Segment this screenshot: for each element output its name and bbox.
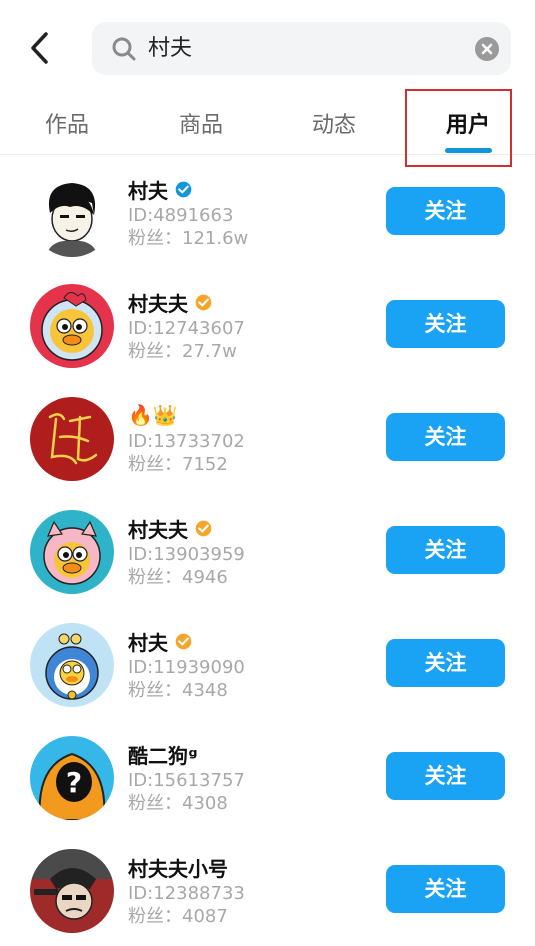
user-name: 村夫夫 [128, 517, 188, 542]
fans-count: 粉丝：4946 [128, 567, 228, 588]
tab-products[interactable]: 商品 [156, 107, 246, 147]
avatar[interactable] [30, 510, 114, 594]
user-name-line: 🔥👑 [128, 401, 178, 429]
avatar[interactable] [30, 284, 114, 368]
avatar[interactable] [30, 173, 114, 257]
follow-button[interactable]: 关注 [386, 639, 505, 687]
fans-count: 粉丝：4087 [128, 906, 228, 927]
user-name-line: 村夫 [128, 175, 193, 203]
user-name-line: 酷二狗ᵍ [128, 740, 198, 768]
user-name: 酷二狗ᵍ [128, 743, 198, 768]
fans-count: 粉丝：121.6w [128, 228, 249, 249]
user-name: 🔥👑 [128, 403, 178, 427]
user-name-line: 村夫夫 [128, 288, 213, 316]
result-tabs: 作品 商品 动态 用户 [0, 95, 535, 155]
user-id: ID:11939090 [128, 657, 245, 678]
fans-count: 粉丝：27.7w [128, 341, 237, 362]
list-item[interactable]: 村夫夫 ID:13903959 粉丝：4946 关注 [0, 494, 535, 607]
top-bar [0, 0, 535, 95]
back-arrow-icon[interactable] [22, 28, 62, 68]
list-item[interactable]: 🔥👑 ID:13733702 粉丝：7152 关注 [0, 381, 535, 494]
svg-text:?: ? [66, 766, 82, 799]
user-name-line: 村夫夫小号 [128, 853, 228, 881]
fans-count: 粉丝：7152 [128, 454, 228, 475]
user-name: 村夫夫 [128, 291, 188, 316]
avatar[interactable]: ? [30, 736, 114, 820]
user-name: 村夫 [128, 178, 168, 203]
user-id: ID:13903959 [128, 544, 245, 565]
avatar[interactable] [30, 397, 114, 481]
avatar[interactable] [30, 623, 114, 707]
fans-count: 粉丝：4348 [128, 680, 228, 701]
user-name: 村夫 [128, 630, 168, 655]
list-item[interactable]: 村夫夫 ID:12743607 粉丝：27.7w 关注 [0, 268, 535, 381]
gold-verified-icon [194, 292, 213, 312]
follow-button[interactable]: 关注 [386, 526, 505, 574]
follow-button[interactable]: 关注 [386, 865, 505, 913]
gold-verified-icon [194, 518, 213, 538]
user-name-line: 村夫 [128, 627, 193, 655]
fans-count: 粉丝：4308 [128, 793, 228, 814]
tab-posts[interactable]: 动态 [289, 107, 379, 147]
list-item[interactable]: 村夫 ID:4891663 粉丝：121.6w 关注 [0, 155, 535, 268]
user-name: 村夫夫小号 [128, 856, 228, 881]
follow-button[interactable]: 关注 [386, 752, 505, 800]
blue-verified-icon [174, 179, 193, 199]
user-id: ID:12388733 [128, 883, 245, 904]
tab-works[interactable]: 作品 [22, 107, 112, 147]
search-bar[interactable] [92, 22, 511, 75]
user-name-line: 村夫夫 [128, 514, 213, 542]
user-id: ID:13733702 [128, 431, 245, 452]
list-item[interactable]: ? 酷二狗ᵍ ID:15613757 粉丝：4308 关注 [0, 720, 535, 833]
search-icon [110, 35, 138, 63]
user-id: ID:4891663 [128, 205, 234, 226]
user-id: ID:12743607 [128, 318, 245, 339]
clear-search-icon[interactable] [475, 37, 499, 61]
list-item[interactable]: 村夫夫小号 ID:12388733 粉丝：4087 关注 [0, 833, 535, 946]
avatar[interactable] [30, 849, 114, 933]
active-tab-indicator [445, 148, 492, 153]
gold-verified-icon [174, 631, 193, 651]
search-input[interactable] [148, 22, 448, 75]
follow-button[interactable]: 关注 [386, 413, 505, 461]
follow-button[interactable]: 关注 [386, 187, 505, 235]
user-id: ID:15613757 [128, 770, 245, 791]
tab-users[interactable]: 用户 [423, 107, 513, 147]
follow-button[interactable]: 关注 [386, 300, 505, 348]
list-item[interactable]: 村夫 ID:11939090 粉丝：4348 关注 [0, 607, 535, 720]
